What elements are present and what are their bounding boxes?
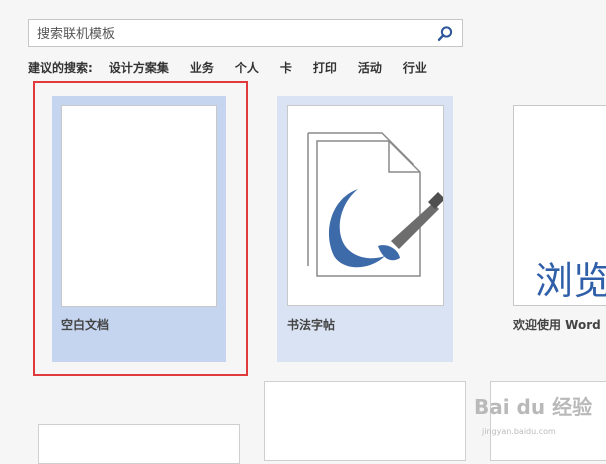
suggested-link-design-sets[interactable]: 设计方案集 (109, 59, 169, 76)
suggested-searches: 建议的搜索: 设计方案集 业务 个人 卡 打印 活动 行业 (28, 58, 448, 76)
suggested-link-business[interactable]: 业务 (190, 59, 214, 76)
watermark-subtext: jingyan.baidu.com (481, 427, 556, 436)
baidu-jingyan-watermark: Bai du 经验 jingyan.baidu.com (468, 386, 603, 442)
suggested-link-cards[interactable]: 卡 (280, 59, 292, 76)
watermark-text: Bai du 经验 (474, 395, 592, 419)
welcome-preview-text: 浏览 (535, 259, 606, 303)
search-icon[interactable] (436, 25, 454, 43)
suggested-searches-label: 建议的搜索: (28, 60, 93, 75)
suggested-link-personal[interactable]: 个人 (235, 59, 259, 76)
calligraphy-document-icon (307, 132, 445, 277)
template-search-box (28, 19, 463, 47)
template-name-calligraphy: 书法字帖 (287, 318, 336, 332)
suggested-link-industry[interactable]: 行业 (403, 59, 427, 76)
blank-document-thumbnail[interactable] (61, 105, 217, 307)
template-name-welcome-word: 欢迎使用 Word (513, 318, 601, 332)
template-card[interactable] (264, 381, 466, 461)
template-card[interactable] (38, 424, 240, 464)
suggested-link-print[interactable]: 打印 (313, 59, 337, 76)
suggested-link-events[interactable]: 活动 (358, 59, 382, 76)
calligraphy-thumbnail[interactable] (287, 105, 445, 306)
template-name-blank-document: 空白文档 (61, 318, 110, 332)
search-input[interactable] (35, 23, 434, 45)
